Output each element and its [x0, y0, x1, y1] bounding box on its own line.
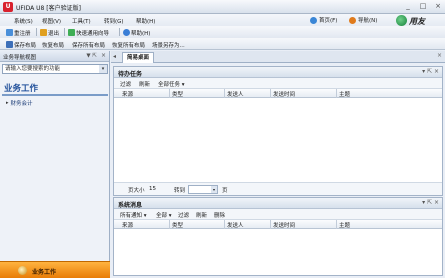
menu-tools[interactable]: 工具(T) — [72, 17, 91, 25]
sidebar-item-financial-accounting[interactable]: ▸ 财务会计 — [6, 99, 33, 107]
sidebar-divider — [2, 94, 108, 96]
column-sender[interactable]: 发送人 — [227, 221, 244, 229]
msg-refresh-button[interactable]: 刷新 — [196, 211, 207, 219]
business-nav-sidebar: 业务导航视图 ▼ ⇱ × 请输入您要搜索的功能 ▾ 业务工作 ▸ 财务会计 业务… — [0, 51, 110, 278]
sidebar-header: 业务导航视图 ▼ ⇱ × — [0, 51, 109, 62]
todo-grid-header: 来源 类型 发送人 发送时间 主题 — [114, 89, 442, 98]
exit-button[interactable]: 退出 — [40, 28, 59, 37]
column-separator — [224, 89, 225, 98]
page-size-label: 页大小 — [128, 188, 145, 194]
menu-bar: 系统(S) 视图(V) 工具(T) 转到(G) 帮助(H) 首页(F) 导航(N… — [0, 14, 445, 26]
column-subject[interactable]: 主题 — [339, 221, 350, 229]
toolbar-separator — [36, 28, 37, 36]
goto-dropdown-icon[interactable]: ▾ — [211, 186, 217, 193]
navigate-icon[interactable] — [349, 17, 356, 24]
column-separator — [169, 220, 170, 229]
maximize-button[interactable]: □ — [419, 2, 427, 10]
todo-pager: 页大小 15 转到 ▾ 页 — [114, 182, 442, 195]
sidebar-pin-icon[interactable]: ▼ ⇱ — [86, 53, 97, 59]
expand-arrow-icon[interactable]: ▸ — [6, 100, 9, 106]
toolbar-primary: 重注册 退出 快速通用向导 帮助(H) — [0, 26, 445, 38]
tab-scroll-left-icon[interactable]: ◂ — [113, 53, 116, 60]
search-dropdown-icon[interactable]: ▾ — [99, 65, 107, 73]
sidebar-section-title: 业务工作 — [4, 84, 39, 94]
column-send-time[interactable]: 发送时间 — [273, 90, 295, 98]
goto-page-select[interactable]: ▾ — [188, 185, 218, 194]
window-title: UFIDA U8 [客户验证版] — [16, 5, 81, 12]
business-work-icon — [18, 266, 27, 275]
close-button[interactable]: × — [434, 2, 442, 10]
title-bar: U UFIDA U8 [客户验证版] _ □ × — [0, 0, 445, 14]
menu-system[interactable]: 系统(S) — [14, 17, 33, 25]
toolbar-separator — [119, 28, 120, 36]
minimize-button[interactable]: _ — [404, 2, 412, 10]
column-source[interactable]: 来源 — [122, 90, 133, 98]
all-dropdown[interactable]: 全部 ▾ — [156, 211, 172, 219]
save-icon — [6, 41, 13, 48]
business-work-label: 业务工作 — [32, 269, 57, 276]
navigate-link[interactable]: 导航(N) — [358, 16, 377, 24]
column-separator — [270, 89, 271, 98]
msg-panel-title: 系统消息 — [118, 202, 143, 209]
home-icon[interactable] — [310, 17, 317, 24]
refresh-button[interactable]: 刷新 — [139, 80, 150, 88]
help-icon — [123, 29, 130, 36]
column-send-time[interactable]: 发送时间 — [273, 221, 295, 229]
filter-button[interactable]: 过滤 — [120, 80, 131, 88]
page-label: 页 — [222, 188, 228, 194]
reregister-icon — [6, 29, 13, 36]
column-separator — [224, 220, 225, 229]
help-button[interactable]: 帮助(H) — [123, 28, 150, 37]
msg-panel-actions: 所有通知 ▾ 全部 ▾ 过滤 刷新 删除 — [114, 209, 442, 220]
todo-panel-actions: 过滤 刷新 全部任务 ▾ — [114, 78, 442, 89]
app-logo-icon: U — [3, 2, 13, 12]
todo-panel-title: 待办任务 — [118, 71, 143, 78]
menu-goto[interactable]: 转到(G) — [104, 17, 124, 25]
exit-icon — [40, 29, 47, 36]
save-scene-as-button[interactable]: 场景另存为... — [152, 40, 185, 49]
save-all-layouts-button[interactable]: 保存所有布局 — [72, 40, 105, 49]
toolbar-separator — [64, 28, 65, 36]
home-link[interactable]: 首页(F) — [319, 16, 337, 24]
yonyou-logo-icon — [396, 15, 407, 26]
goto-label: 转到 — [174, 188, 186, 194]
msg-panel-header: 系统消息 ▾ ⇱ × — [114, 198, 442, 209]
save-layout-button[interactable]: 保存布局 — [6, 40, 36, 49]
column-sender[interactable]: 发送人 — [227, 90, 244, 98]
column-type[interactable]: 类型 — [172, 90, 183, 98]
reregister-button[interactable]: 重注册 — [6, 28, 31, 37]
column-separator — [336, 89, 337, 98]
column-type[interactable]: 类型 — [172, 221, 183, 229]
column-subject[interactable]: 主题 — [339, 90, 350, 98]
todo-panel-controls[interactable]: ▾ ⇱ × — [422, 68, 439, 75]
msg-panel-controls[interactable]: ▾ ⇱ × — [422, 199, 439, 206]
sidebar-title: 业务导航视图 — [3, 55, 37, 61]
quick-wizard-button[interactable]: 快速通用向导 — [68, 28, 109, 37]
todo-tasks-panel: 待办任务 ▾ ⇱ × 过滤 刷新 全部任务 ▾ 来源 类型 发送人 发送时间 主… — [113, 66, 443, 196]
msg-grid-header: 来源 类型 发送人 发送时间 主题 — [114, 220, 442, 229]
column-separator — [169, 89, 170, 98]
column-source[interactable]: 来源 — [122, 221, 133, 229]
msg-filter-button[interactable]: 过滤 — [178, 211, 189, 219]
restore-all-layouts-button[interactable]: 恢复所有布局 — [112, 40, 145, 49]
system-messages-panel: 系统消息 ▾ ⇱ × 所有通知 ▾ 全部 ▾ 过滤 刷新 删除 来源 类型 发送… — [113, 197, 443, 276]
tab-bar: ◂ 简易桌面 × — [111, 51, 445, 63]
tab-simple-desktop[interactable]: 简易桌面 — [122, 52, 155, 63]
toolbar-layout: 保存布局 恢复布局 保存所有布局 恢复所有布局 场景另存为... — [0, 38, 445, 50]
wizard-icon — [68, 29, 75, 36]
todo-panel-header: 待办任务 ▾ ⇱ × — [114, 67, 442, 78]
business-work-bar[interactable]: 业务工作 — [0, 261, 110, 278]
column-separator — [270, 220, 271, 229]
sidebar-close-icon[interactable]: × — [101, 52, 106, 59]
column-separator — [336, 220, 337, 229]
all-notices-dropdown[interactable]: 所有通知 ▾ — [120, 211, 147, 219]
menu-help[interactable]: 帮助(H) — [136, 17, 155, 25]
function-search-input[interactable]: 请输入您要搜索的功能 ▾ — [2, 64, 108, 74]
page-size-value[interactable]: 15 — [149, 186, 156, 192]
menu-view[interactable]: 视图(V) — [42, 17, 61, 25]
all-tasks-dropdown[interactable]: 全部任务 ▾ — [158, 80, 185, 88]
restore-layout-button[interactable]: 恢复布局 — [42, 40, 64, 49]
msg-delete-button[interactable]: 删除 — [214, 211, 225, 219]
tab-close-icon[interactable]: × — [437, 52, 442, 59]
